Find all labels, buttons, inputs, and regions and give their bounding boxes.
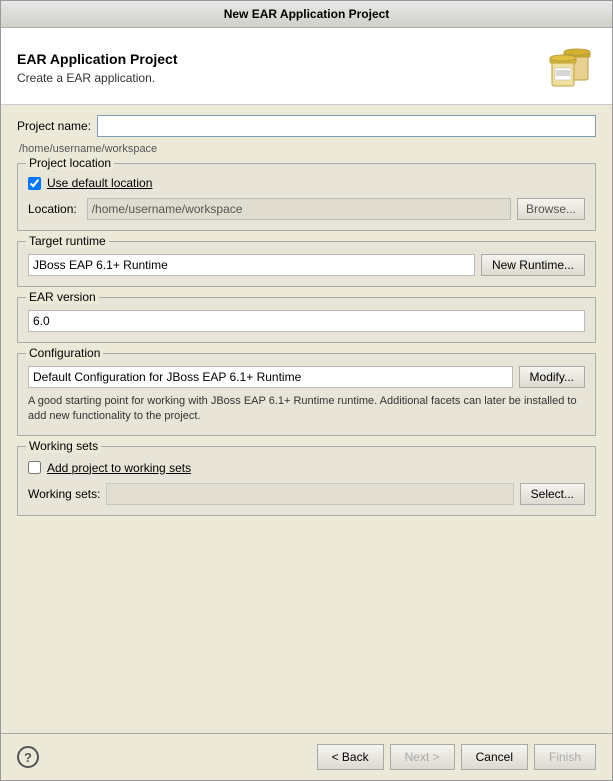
runtime-select[interactable]: JBoss EAP 6.1+ Runtime	[28, 254, 475, 276]
ear-version-select[interactable]: 6.0	[28, 310, 585, 332]
cancel-button[interactable]: Cancel	[461, 744, 528, 770]
ear-project-icon	[544, 42, 596, 94]
back-button[interactable]: < Back	[317, 744, 384, 770]
content-area: EAR Application Project Create a EAR app…	[1, 28, 612, 780]
working-sets-field-label: Working sets:	[28, 487, 100, 501]
browse-button[interactable]: Browse...	[517, 198, 585, 220]
window-title: New EAR Application Project	[224, 7, 390, 21]
location-label: Location:	[28, 202, 77, 216]
project-name-input[interactable]	[97, 115, 596, 137]
project-location-group: Project location Use default location Lo…	[17, 163, 596, 231]
use-default-location-text[interactable]: Use default location	[47, 176, 152, 190]
location-row: Location: Browse...	[28, 198, 585, 220]
configuration-select[interactable]: Default Configuration for JBoss EAP 6.1+…	[28, 366, 513, 388]
navigation-buttons: < Back Next > Cancel Finish	[317, 744, 596, 770]
project-name-label: Project name:	[17, 119, 91, 133]
working-sets-content: Add project to working sets Working sets…	[28, 455, 585, 505]
bottom-bar: ? < Back Next > Cancel Finish	[1, 733, 612, 780]
working-sets-group: Working sets Add project to working sets…	[17, 446, 596, 516]
next-button[interactable]: Next >	[390, 744, 455, 770]
target-runtime-group: Target runtime JBoss EAP 6.1+ Runtime Ne…	[17, 241, 596, 287]
header-subtitle: Create a EAR application.	[17, 71, 178, 85]
add-to-working-sets-row: Add project to working sets	[28, 461, 585, 475]
finish-button[interactable]: Finish	[534, 744, 596, 770]
configuration-description: A good starting point for working with J…	[28, 394, 585, 425]
select-working-sets-button[interactable]: Select...	[520, 483, 585, 505]
runtime-row: JBoss EAP 6.1+ Runtime New Runtime...	[28, 254, 585, 276]
use-default-location-checkbox[interactable]	[28, 177, 41, 190]
location-input[interactable]	[87, 198, 511, 220]
working-sets-select[interactable]	[106, 483, 513, 505]
use-default-location-row: Use default location	[28, 176, 585, 190]
working-sets-label: Working sets	[26, 439, 101, 453]
target-runtime-label: Target runtime	[26, 234, 109, 248]
working-sets-row: Working sets: Select...	[28, 483, 585, 505]
header-section: EAR Application Project Create a EAR app…	[1, 28, 612, 105]
project-location-label: Project location	[26, 156, 114, 170]
add-to-working-sets-text[interactable]: Add project to working sets	[47, 461, 191, 475]
configuration-label: Configuration	[26, 346, 103, 360]
form-area: Project name: /home/username/workspace P…	[1, 105, 612, 733]
header-text: EAR Application Project Create a EAR app…	[17, 51, 178, 85]
ear-version-label: EAR version	[26, 290, 99, 304]
path-hint: /home/username/workspace	[17, 143, 596, 155]
new-runtime-button[interactable]: New Runtime...	[481, 254, 585, 276]
config-row: Default Configuration for JBoss EAP 6.1+…	[28, 366, 585, 388]
title-bar: New EAR Application Project	[1, 1, 612, 28]
project-name-row: Project name:	[17, 115, 596, 137]
header-title: EAR Application Project	[17, 51, 178, 67]
help-button[interactable]: ?	[17, 746, 39, 768]
main-window: New EAR Application Project EAR Applicat…	[0, 0, 613, 781]
help-area: ?	[17, 746, 39, 768]
ear-version-group: EAR version 6.0	[17, 297, 596, 343]
configuration-group: Configuration Default Configuration for …	[17, 353, 596, 436]
add-to-working-sets-checkbox[interactable]	[28, 461, 41, 474]
modify-button[interactable]: Modify...	[519, 366, 585, 388]
